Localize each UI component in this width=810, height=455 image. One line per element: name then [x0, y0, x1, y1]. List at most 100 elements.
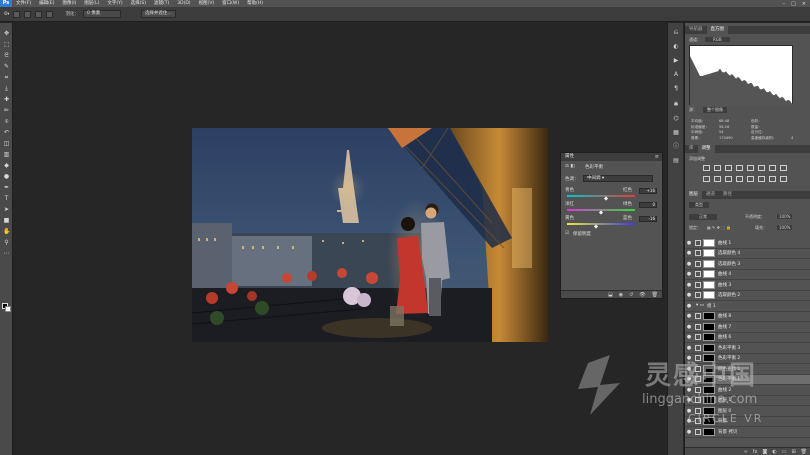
- tab-paths[interactable]: 路径: [719, 191, 736, 199]
- color-lookup-icon[interactable]: [725, 176, 732, 182]
- layer-row[interactable]: ● 颜色查找 1: [685, 364, 810, 375]
- delete-icon[interactable]: 🗑: [652, 291, 658, 298]
- zoom-icon[interactable]: ⚲: [3, 240, 10, 246]
- document-canvas[interactable]: [192, 128, 548, 342]
- intersect-selection-icon[interactable]: [46, 10, 54, 18]
- layer-mask-thumbnail[interactable]: [703, 343, 715, 352]
- visibility-eye-icon[interactable]: ●: [685, 240, 693, 246]
- menu-item[interactable]: 窗口(W): [218, 0, 243, 7]
- maximize-icon[interactable]: □: [791, 1, 796, 7]
- layer-row[interactable]: ● 曲线 3: [685, 280, 810, 291]
- minimize-icon[interactable]: –: [783, 1, 786, 7]
- new-group-icon[interactable]: ▭: [782, 448, 787, 455]
- layer-row[interactable]: ● 背景: [685, 417, 810, 427]
- menu-item[interactable]: 选择(S): [127, 0, 150, 7]
- layer-row[interactable]: ● 图层 1: [685, 396, 810, 406]
- visibility-eye-icon[interactable]: ●: [685, 408, 693, 414]
- black-white-icon[interactable]: [780, 165, 787, 171]
- preserve-luminosity-checkbox[interactable]: ☑: [565, 231, 569, 236]
- layer-mask-thumbnail[interactable]: [703, 270, 715, 279]
- visibility-eye-icon[interactable]: ●: [685, 345, 693, 351]
- fx-icon[interactable]: fx: [753, 448, 758, 455]
- invert-icon[interactable]: [736, 176, 743, 182]
- layer-mask-thumbnail[interactable]: [703, 259, 715, 268]
- layer-row[interactable]: ● 背景 拷贝: [685, 427, 810, 438]
- slider-value-input[interactable]: +16: [639, 188, 657, 194]
- marquee-icon[interactable]: ⬚: [3, 42, 10, 48]
- slider-knob[interactable]: [598, 210, 604, 215]
- tool-presets-icon[interactable]: ✱: [672, 101, 680, 109]
- layer-mask-thumbnail[interactable]: [703, 385, 715, 394]
- hand-icon[interactable]: ✋: [3, 229, 10, 235]
- history-brush-icon[interactable]: ↶: [3, 130, 10, 136]
- subtract-selection-icon[interactable]: [35, 10, 43, 18]
- lasso-icon[interactable]: ᘓ: [3, 53, 10, 59]
- layer-row[interactable]: ● 选取颜色 3: [685, 259, 810, 270]
- layer-row[interactable]: ● 色彩平衡 2: [685, 354, 810, 364]
- layer-mask-thumbnail[interactable]: [703, 375, 715, 384]
- info-icon[interactable]: ⓘ: [672, 143, 680, 151]
- visibility-eye-icon[interactable]: ●: [685, 387, 693, 393]
- layer-mask-thumbnail[interactable]: [703, 406, 715, 415]
- visibility-eye-icon[interactable]: ●: [685, 313, 693, 319]
- add-selection-icon[interactable]: [24, 10, 32, 18]
- layer-mask-thumbnail[interactable]: [703, 280, 715, 289]
- link-icon[interactable]: ∞: [744, 448, 748, 455]
- folder-icon[interactable]: ▾ ▭: [696, 303, 704, 308]
- trash-icon[interactable]: 🗑: [801, 448, 807, 455]
- visibility-eye-icon[interactable]: ●: [685, 271, 693, 277]
- menu-item[interactable]: 图像(I): [58, 0, 80, 7]
- swatches-icon[interactable]: ▤: [672, 157, 680, 165]
- channel-mixer-icon[interactable]: [714, 176, 721, 182]
- gradient-icon[interactable]: ▥: [3, 152, 10, 158]
- menu-item[interactable]: 文件(F): [12, 0, 35, 7]
- view-previous-icon[interactable]: ◉: [619, 291, 623, 298]
- photo-filter-icon[interactable]: [703, 176, 710, 182]
- dodge-icon[interactable]: ●: [3, 174, 10, 180]
- exposure-icon[interactable]: [736, 165, 743, 171]
- tab-adjustments[interactable]: 调整: [697, 145, 715, 153]
- tab-navigator[interactable]: 导航器: [685, 26, 707, 34]
- layer-mask-thumbnail[interactable]: [703, 364, 715, 373]
- new-selection-icon[interactable]: [13, 10, 21, 18]
- play-icon[interactable]: ▶: [672, 57, 680, 65]
- visibility-eye-icon[interactable]: ●: [685, 261, 693, 267]
- menu-item[interactable]: 帮助(H): [243, 0, 267, 7]
- layer-mask-thumbnail[interactable]: [703, 291, 715, 300]
- lasso-icon[interactable]: ᘓ▾: [4, 11, 9, 17]
- menu-item[interactable]: 视图(V): [195, 0, 219, 7]
- levels-icon[interactable]: [714, 165, 721, 171]
- gradient-map-icon[interactable]: [769, 176, 776, 182]
- visibility-eye-icon[interactable]: ●: [685, 292, 693, 298]
- visibility-eye-icon[interactable]: ●: [685, 418, 693, 424]
- tone-select[interactable]: 中间调 ▾: [583, 175, 653, 182]
- visibility-icon[interactable]: 👁: [639, 291, 645, 298]
- menu-item[interactable]: 文字(Y): [103, 0, 126, 7]
- new-layer-icon[interactable]: ⊞: [791, 448, 795, 455]
- clip-icon[interactable]: ⬓: [608, 291, 613, 298]
- healing-icon[interactable]: ✚: [3, 97, 10, 103]
- layer-row[interactable]: ● 曲线 6: [685, 333, 810, 343]
- visibility-eye-icon[interactable]: ●: [685, 397, 693, 403]
- visibility-eye-icon[interactable]: ●: [685, 376, 693, 382]
- tab-layers[interactable]: 图层: [685, 191, 702, 199]
- layer-row[interactable]: ● 图层 0: [685, 406, 810, 417]
- layer-mask-thumbnail[interactable]: [703, 396, 715, 405]
- layer-mask-thumbnail[interactable]: [703, 322, 715, 331]
- tab-channels[interactable]: 通道: [702, 191, 719, 199]
- source-select[interactable]: 整个图像: [703, 107, 727, 113]
- vibrance-icon[interactable]: [747, 165, 754, 171]
- layer-row[interactable]: ● 曲线 4: [685, 270, 810, 280]
- fill-input[interactable]: 100%: [777, 225, 793, 230]
- clone-source-icon[interactable]: ▦: [672, 129, 680, 137]
- brush-settings-icon[interactable]: ⌬: [672, 115, 680, 123]
- layer-mask-thumbnail[interactable]: [703, 427, 715, 436]
- channel-select[interactable]: RGB: [705, 37, 730, 42]
- background-color-swatch[interactable]: [5, 306, 11, 312]
- color-balance-slider[interactable]: [567, 223, 635, 225]
- slider-value-input[interactable]: 0: [639, 202, 657, 208]
- history-icon[interactable]: ⎌: [672, 29, 680, 37]
- slider-knob[interactable]: [593, 224, 598, 229]
- slider-knob[interactable]: [604, 196, 609, 201]
- move-icon[interactable]: ✥: [3, 31, 10, 37]
